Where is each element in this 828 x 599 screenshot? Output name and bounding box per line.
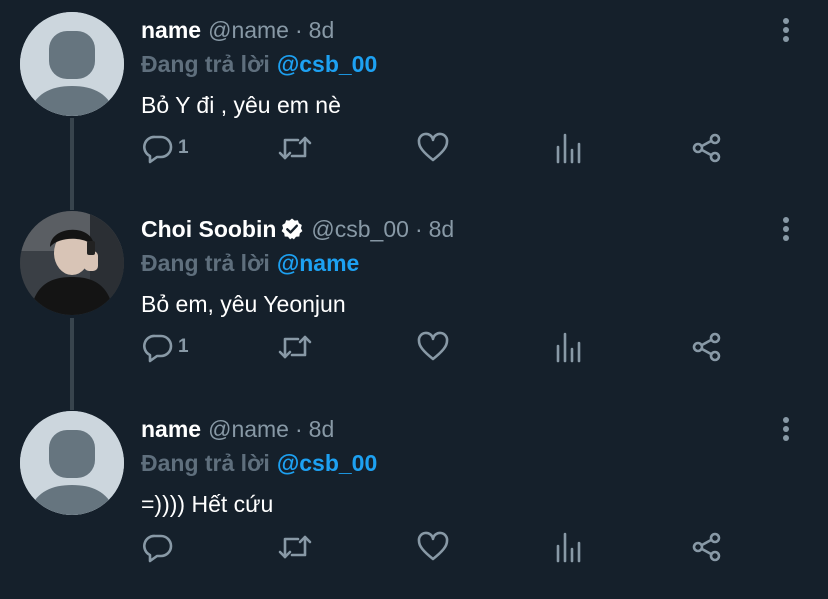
more-vertical-icon — [783, 18, 789, 42]
display-name[interactable]: name — [141, 17, 201, 44]
tweet-actions: 1 — [0, 128, 828, 168]
like-button[interactable] — [416, 527, 450, 567]
more-button[interactable] — [772, 213, 800, 245]
timestamp[interactable]: 8d — [309, 17, 335, 44]
reply-button[interactable]: 1 — [142, 327, 189, 367]
heart-icon — [417, 531, 449, 561]
display-name[interactable]: Choi Soobin — [141, 216, 276, 243]
timestamp[interactable]: 8d — [309, 416, 335, 443]
share-button[interactable] — [691, 128, 723, 168]
more-button[interactable] — [772, 413, 800, 445]
separator-dot: · — [414, 215, 423, 242]
analytics-bars-icon — [556, 532, 581, 563]
more-vertical-icon — [783, 417, 789, 441]
tweet-header: Choi Soobin @csb_00 · 8d — [141, 215, 454, 243]
tweet-text: =)))) Hết cứu — [141, 490, 274, 517]
heart-icon — [417, 331, 449, 361]
tweet-3[interactable]: name @name · 8d Đang trả lời @csb_00 =))… — [0, 399, 828, 599]
tweet-1[interactable]: name @name · 8d Đang trả lời @csb_00 Bỏ … — [0, 0, 828, 200]
tweet-text: Bỏ em, yêu Yeonjun — [141, 290, 346, 317]
separator-dot: · — [294, 16, 303, 43]
analytics-bars-icon — [556, 133, 581, 164]
analytics-button[interactable] — [555, 527, 585, 567]
avatar[interactable] — [20, 12, 124, 116]
more-button[interactable] — [772, 14, 800, 46]
separator-dot: · — [294, 415, 303, 442]
share-icon — [692, 332, 721, 362]
default-avatar-icon — [20, 411, 124, 515]
retweet-icon — [278, 335, 312, 359]
retweet-icon — [278, 535, 312, 559]
handle[interactable]: @csb_00 — [311, 216, 409, 243]
avatar[interactable] — [20, 211, 124, 315]
share-button[interactable] — [691, 327, 723, 367]
retweet-button[interactable] — [276, 527, 314, 567]
replying-to: Đang trả lời @csb_00 — [141, 50, 377, 78]
replying-to: Đang trả lời @name — [141, 249, 359, 277]
default-avatar-icon — [20, 12, 124, 116]
like-button[interactable] — [416, 327, 450, 367]
reply-bubble-icon — [143, 135, 173, 164]
reply-count: 1 — [178, 137, 189, 158]
tweet-actions — [0, 527, 828, 567]
like-button[interactable] — [416, 128, 450, 168]
verified-badge-icon — [280, 217, 304, 241]
tweet-header: name @name · 8d — [141, 415, 334, 443]
replying-to-label: Đang trả lời — [141, 50, 270, 77]
reply-count: 1 — [178, 336, 189, 357]
more-vertical-icon — [783, 217, 789, 241]
reply-button[interactable] — [142, 527, 178, 567]
reply-bubble-icon — [143, 334, 173, 363]
replying-to-label: Đang trả lời — [141, 449, 270, 476]
replying-to-label: Đang trả lời — [141, 249, 270, 276]
tweet-text: Bỏ Y đi , yêu em nè — [141, 91, 341, 118]
handle[interactable]: @name — [208, 17, 289, 44]
share-button[interactable] — [691, 527, 723, 567]
tweet-2[interactable]: Choi Soobin @csb_00 · 8d Đang trả lời @n… — [0, 199, 828, 399]
avatar[interactable] — [20, 411, 124, 515]
retweet-icon — [278, 136, 312, 160]
timestamp[interactable]: 8d — [429, 216, 455, 243]
replying-to: Đang trả lời @csb_00 — [141, 449, 377, 477]
tweet-actions: 1 — [0, 327, 828, 367]
reply-button[interactable]: 1 — [142, 128, 189, 168]
display-name[interactable]: name — [141, 416, 201, 443]
share-icon — [692, 133, 721, 163]
retweet-button[interactable] — [276, 128, 314, 168]
analytics-button[interactable] — [555, 128, 585, 168]
tweet-header: name @name · 8d — [141, 16, 334, 44]
retweet-button[interactable] — [276, 327, 314, 367]
analytics-bars-icon — [556, 332, 581, 363]
reply-bubble-icon — [143, 534, 173, 563]
profile-photo — [20, 211, 124, 315]
replying-to-mention[interactable]: @name — [277, 250, 360, 277]
heart-icon — [417, 132, 449, 162]
handle[interactable]: @name — [208, 416, 289, 443]
replying-to-mention[interactable]: @csb_00 — [277, 450, 377, 477]
analytics-button[interactable] — [555, 327, 585, 367]
share-icon — [692, 532, 721, 562]
replying-to-mention[interactable]: @csb_00 — [277, 51, 377, 78]
